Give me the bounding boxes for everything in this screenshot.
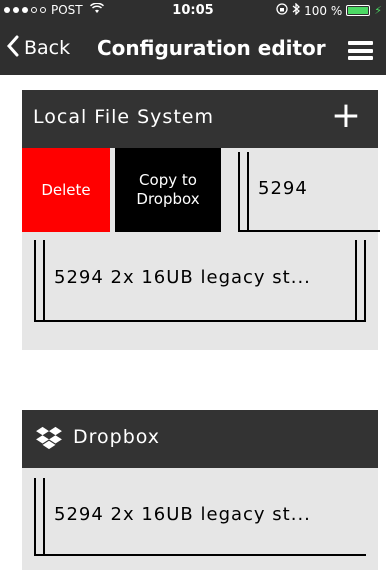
dropbox-section-header: Dropbox xyxy=(22,410,378,468)
battery-percent: 100 % xyxy=(304,3,343,18)
copy-label-line2: Dropbox xyxy=(136,190,200,208)
section-title: Dropbox xyxy=(73,426,161,448)
delete-label: Delete xyxy=(41,181,91,199)
charging-icon: ⚡ xyxy=(374,4,382,17)
item-bar-left xyxy=(34,478,45,556)
list-item[interactable]: 5294 2x 16UB legacy st... xyxy=(34,240,366,322)
add-button[interactable]: + xyxy=(331,96,362,136)
local-section-header: Local File System + xyxy=(22,90,378,148)
item-bar-left xyxy=(238,152,249,232)
item-underline xyxy=(34,554,366,556)
item-bar-right xyxy=(355,240,366,322)
menu-icon[interactable] xyxy=(348,41,373,60)
file-name: 5294 xyxy=(258,178,308,199)
battery-fill xyxy=(348,7,369,14)
bluetooth-icon xyxy=(292,2,301,18)
status-bar: POST 10:05 100 % ⚡ xyxy=(0,0,386,22)
copy-label: Copy to Dropbox xyxy=(136,171,199,209)
back-label: Back xyxy=(24,37,71,59)
item-bar-left xyxy=(34,240,45,322)
list-item[interactable]: 5294 2x 16UB legacy st... xyxy=(34,478,366,556)
file-name: 5294 2x 16UB legacy st... xyxy=(54,504,311,525)
dropbox-icon xyxy=(36,426,62,450)
rotation-lock-icon xyxy=(276,3,288,18)
back-button[interactable]: Back xyxy=(6,35,70,61)
item-underline xyxy=(238,230,380,232)
battery-icon xyxy=(346,5,371,16)
file-name: 5294 2x 16UB legacy st... xyxy=(54,267,311,288)
item-underline xyxy=(34,320,366,322)
page-title: Configuration editor xyxy=(97,36,326,60)
list-item[interactable]: 5294 xyxy=(238,152,380,232)
copy-label-line1: Copy to xyxy=(139,171,197,189)
chevron-left-icon xyxy=(6,35,20,61)
delete-button[interactable]: Delete xyxy=(22,148,110,232)
nav-bar: Back Configuration editor xyxy=(0,22,386,75)
section-title: Local File System xyxy=(33,106,214,128)
status-right: 100 % ⚡ xyxy=(276,2,382,18)
copy-to-dropbox-button[interactable]: Copy to Dropbox xyxy=(115,148,221,232)
